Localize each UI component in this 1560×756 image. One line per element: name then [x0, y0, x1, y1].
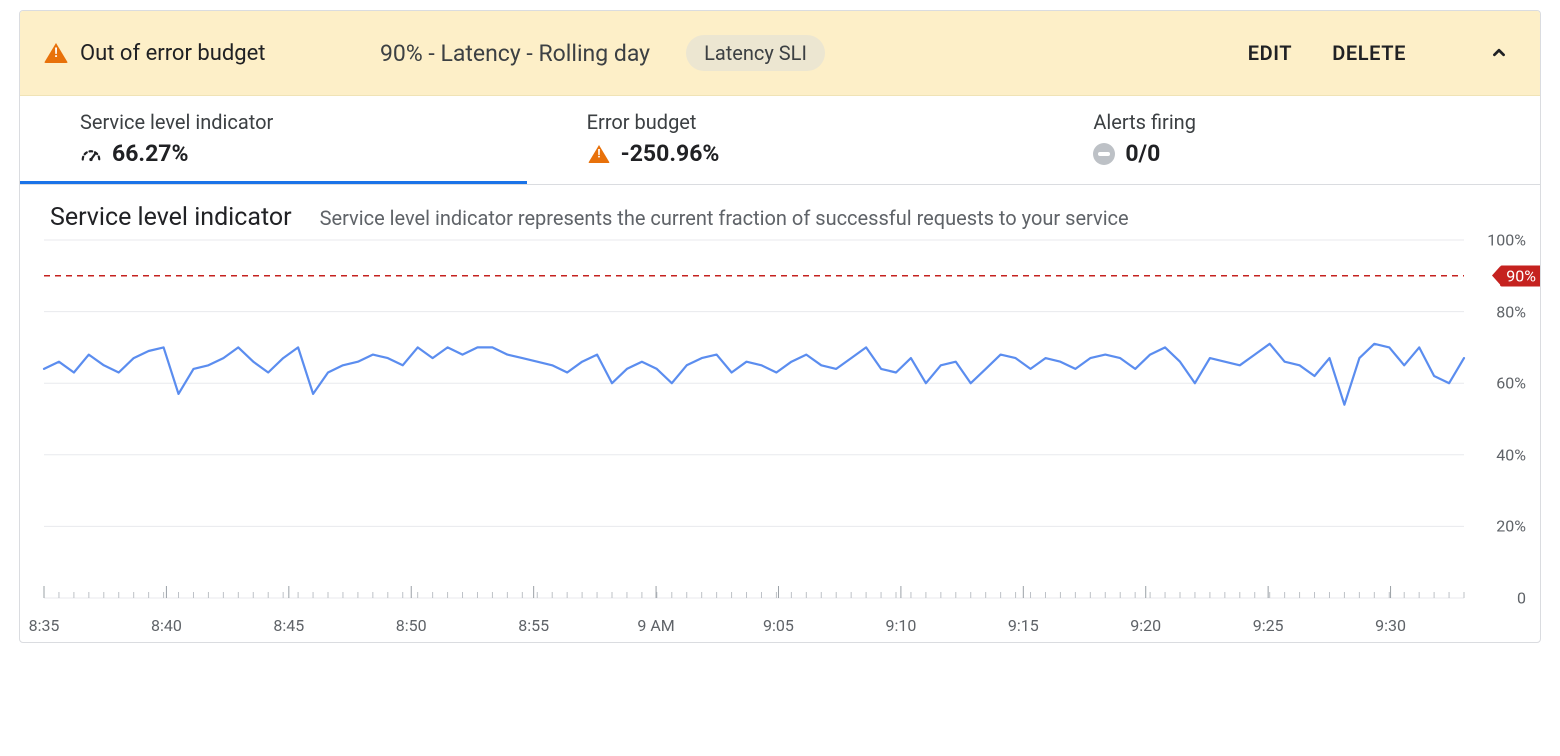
x-tick-label: 8:50 — [396, 616, 427, 635]
edit-button[interactable]: EDIT — [1248, 41, 1292, 65]
metrics-row: Service level indicator 66.27% Error bud… — [20, 96, 1540, 185]
metric-value: -250.96% — [621, 140, 720, 167]
chart-header: Service level indicator Service level in… — [20, 185, 1540, 236]
threshold-marker: 90% — [1500, 265, 1541, 286]
metric-label: Service level indicator — [80, 110, 505, 134]
collapse-toggle[interactable] — [1486, 40, 1512, 66]
status-block: Out of error budget — [44, 41, 354, 66]
x-tick-label: 9:30 — [1375, 616, 1406, 635]
tab-error-budget[interactable]: Error budget -250.96% — [527, 96, 1034, 184]
gauge-icon — [80, 145, 102, 163]
y-tick-label: 20% — [1496, 517, 1526, 536]
chart-x-axis: 8:358:408:458:508:559 AM9:059:109:159:20… — [38, 612, 1470, 642]
banner-actions: EDIT DELETE — [1248, 40, 1512, 66]
tab-alerts[interactable]: Alerts firing 0/0 — [1033, 96, 1540, 184]
x-tick-label: 9:20 — [1130, 616, 1161, 635]
chevron-up-icon — [1488, 42, 1510, 64]
slo-title: 90% - Latency - Rolling day — [380, 40, 650, 67]
sli-line-chart — [38, 236, 1470, 604]
metric-label: Alerts firing — [1093, 110, 1518, 134]
x-tick-label: 9:15 — [1008, 616, 1039, 635]
chart-subtitle: Service level indicator represents the c… — [320, 206, 1129, 230]
slo-card: Out of error budget 90% - Latency - Roll… — [19, 10, 1541, 643]
warning-icon — [588, 145, 610, 163]
x-tick-label: 9:05 — [763, 616, 794, 635]
y-tick-label: 0 — [1517, 589, 1526, 608]
x-tick-label: 8:35 — [29, 616, 60, 635]
minus-circle-icon — [1093, 143, 1115, 165]
sli-chip[interactable]: Latency SLI — [686, 35, 825, 71]
status-banner: Out of error budget 90% - Latency - Roll… — [20, 11, 1540, 96]
status-text: Out of error budget — [80, 41, 266, 66]
y-tick-label: 100% — [1487, 231, 1526, 250]
warning-icon — [44, 43, 68, 63]
y-tick-label: 40% — [1496, 445, 1526, 464]
x-tick-label: 9 AM — [637, 616, 674, 635]
x-tick-label: 9:10 — [885, 616, 916, 635]
x-tick-label: 8:40 — [151, 616, 182, 635]
metric-value: 0/0 — [1125, 140, 1160, 167]
y-tick-label: 60% — [1496, 374, 1526, 393]
tab-sli[interactable]: Service level indicator 66.27% — [20, 96, 527, 184]
delete-button[interactable]: DELETE — [1332, 41, 1406, 65]
x-tick-label: 9:25 — [1253, 616, 1284, 635]
metric-label: Error budget — [587, 110, 1012, 134]
chart-area: 020%40%60%80%100%90% — [20, 236, 1540, 612]
x-tick-label: 8:55 — [518, 616, 549, 635]
y-tick-label: 80% — [1496, 302, 1526, 321]
x-tick-label: 8:45 — [273, 616, 304, 635]
chart-title: Service level indicator — [50, 203, 292, 232]
metric-value: 66.27% — [112, 140, 188, 167]
